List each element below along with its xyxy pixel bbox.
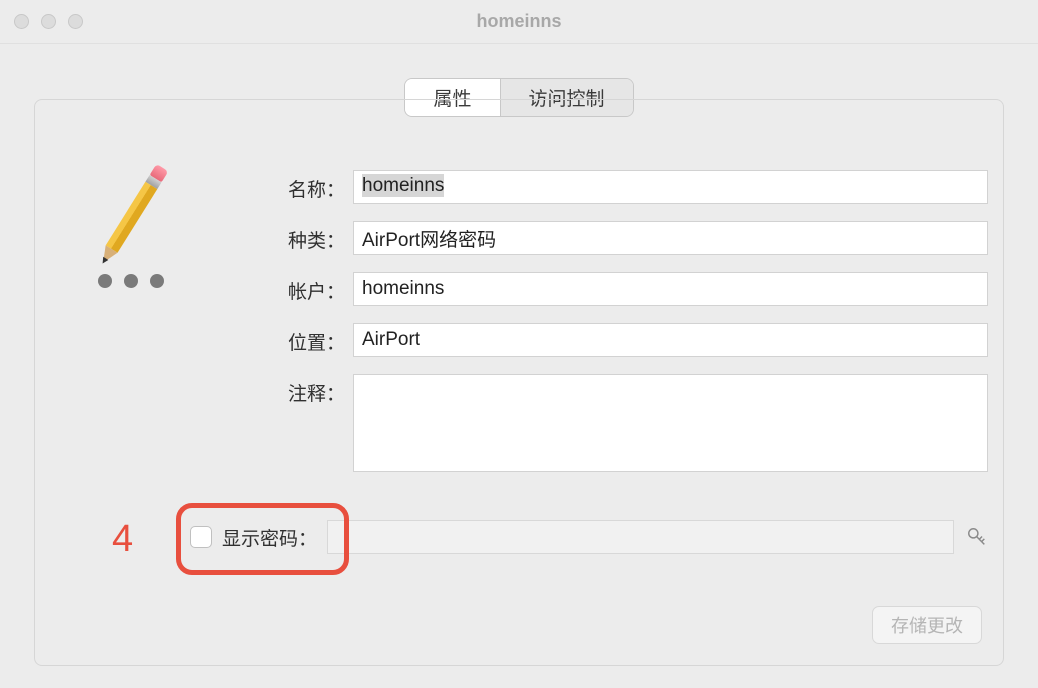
comments-field[interactable]: [353, 374, 988, 472]
kind-label: 种类：: [265, 221, 345, 253]
dots-icon: [98, 274, 164, 288]
key-icon[interactable]: [966, 526, 988, 548]
save-changes-button[interactable]: 存储更改: [872, 606, 982, 644]
name-label: 名称：: [265, 170, 345, 202]
name-field[interactable]: homeinns: [353, 170, 988, 204]
password-field[interactable]: [327, 520, 954, 554]
minimize-window-button[interactable]: [41, 14, 56, 29]
show-password-label: 显示密码：: [222, 524, 317, 551]
close-window-button[interactable]: [14, 14, 29, 29]
window-title: homeinns: [0, 11, 1038, 32]
account-field[interactable]: [353, 272, 988, 306]
attributes-form: 名称： homeinns 种类： 帐户： 位置： 注释：: [265, 170, 988, 489]
traffic-lights: [14, 14, 83, 29]
pencil-icon: [95, 172, 163, 269]
show-password-checkbox[interactable]: [190, 526, 212, 548]
window-titlebar: homeinns: [0, 0, 1038, 44]
where-field[interactable]: [353, 323, 988, 357]
kind-field[interactable]: [353, 221, 988, 255]
keychain-password-icon: [58, 172, 196, 292]
password-row: 显示密码：: [190, 520, 988, 554]
comments-label: 注释：: [265, 374, 345, 406]
account-label: 帐户：: [265, 272, 345, 304]
zoom-window-button[interactable]: [68, 14, 83, 29]
where-label: 位置：: [265, 323, 345, 355]
